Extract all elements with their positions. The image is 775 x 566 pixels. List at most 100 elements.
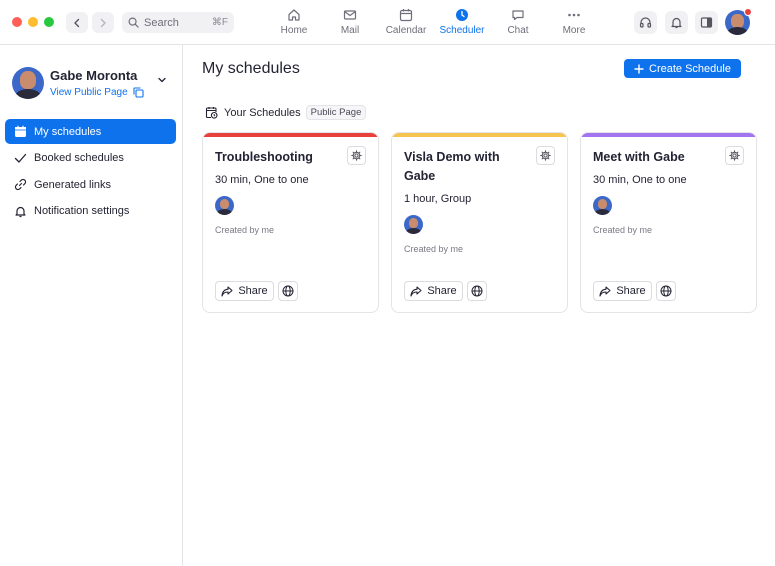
card-title: Visla Demo with Gabe (404, 150, 500, 183)
card-color-stripe (203, 133, 378, 137)
nav-more-label: More (562, 25, 586, 36)
more-icon (568, 13, 580, 17)
chevron-down-icon[interactable] (157, 75, 167, 85)
calendar-icon (399, 9, 413, 22)
schedule-card[interactable]: Troubleshooting 30 min, One to one Creat… (202, 132, 379, 313)
card-created-by: Created by me (215, 225, 275, 235)
window-maximize-button[interactable] (44, 17, 54, 27)
avatar (593, 196, 612, 215)
nav-home-label: Home (280, 25, 308, 36)
window-close-button[interactable] (12, 17, 22, 27)
search-shortcut: ⌘F (211, 17, 228, 28)
nav-calendar[interactable]: Calendar (378, 8, 434, 40)
public-visibility-button[interactable] (656, 281, 676, 301)
nav-chat[interactable]: Chat (490, 8, 546, 40)
back-button[interactable] (66, 12, 88, 33)
schedule-card[interactable]: Visla Demo with Gabe 1 hour, Group Creat… (391, 132, 568, 313)
home-icon (288, 9, 300, 21)
search-icon (128, 17, 139, 28)
sidebar: Gabe Moronta View Public Page My schedul… (0, 45, 183, 566)
chat-icon (512, 10, 524, 21)
mail-icon (343, 10, 357, 20)
chevron-left-icon (74, 18, 80, 27)
sidebar-item-notification-settings[interactable]: Notification settings (5, 199, 176, 224)
share-label: Share (427, 285, 457, 297)
globe-icon (471, 285, 483, 297)
window-minimize-button[interactable] (28, 17, 38, 27)
section-header: Your Schedules Public Page (205, 105, 367, 120)
search-placeholder: Search (144, 16, 179, 29)
create-schedule-label: Create Schedule (649, 62, 731, 75)
nav-scheduler-label: Scheduler (439, 25, 485, 36)
headset-button[interactable] (634, 11, 657, 34)
card-color-stripe (581, 133, 756, 137)
search-input[interactable]: Search ⌘F (122, 12, 234, 33)
card-created-by: Created by me (593, 225, 653, 235)
user-name: Gabe Moronta (50, 68, 138, 83)
calendar-clock-icon (205, 107, 218, 119)
sidebar-item-generated-links[interactable]: Generated links (5, 172, 176, 197)
globe-icon (660, 285, 672, 297)
card-title: Troubleshooting (215, 150, 313, 164)
schedule-card[interactable]: Meet with Gabe 30 min, One to one Create… (580, 132, 757, 313)
nav-scheduler[interactable]: Scheduler (434, 8, 490, 40)
card-color-stripe (392, 133, 567, 137)
card-duration: 1 hour, Group (404, 193, 472, 205)
share-icon (221, 285, 233, 297)
avatar (12, 67, 44, 99)
card-duration: 30 min, One to one (215, 174, 309, 186)
nav-chat-label: Chat (507, 25, 529, 36)
checkmark-icon (14, 153, 27, 163)
share-label: Share (616, 285, 646, 297)
bell-icon (15, 206, 26, 217)
nav-calendar-label: Calendar (385, 25, 427, 36)
share-button[interactable]: Share (593, 281, 652, 301)
gear-icon (729, 150, 740, 161)
nav-home[interactable]: Home (266, 8, 322, 40)
share-icon (599, 285, 611, 297)
link-icon (14, 178, 27, 191)
avatar (404, 215, 423, 234)
share-label: Share (238, 285, 268, 297)
view-public-page-label: View Public Page (50, 87, 128, 98)
card-settings-button[interactable] (725, 146, 744, 165)
sidebar-item-my-schedules[interactable]: My schedules (5, 119, 176, 144)
copy-icon[interactable] (133, 87, 144, 98)
bell-icon (671, 17, 682, 29)
card-settings-button[interactable] (347, 146, 366, 165)
notification-badge (744, 8, 752, 16)
share-icon (410, 285, 422, 297)
avatar (215, 196, 234, 215)
sidebar-item-label: My schedules (34, 125, 102, 138)
sidebar-item-booked-schedules[interactable]: Booked schedules (5, 146, 176, 171)
sidebar-item-label: Generated links (34, 178, 112, 191)
section-title: Your Schedules (224, 106, 301, 119)
share-button[interactable]: Share (404, 281, 463, 301)
page-title: My schedules (202, 60, 300, 77)
account-avatar-button[interactable] (725, 8, 752, 35)
card-settings-button[interactable] (536, 146, 555, 165)
create-schedule-button[interactable]: Create Schedule (624, 59, 741, 78)
globe-icon (282, 285, 294, 297)
gear-icon (540, 150, 551, 161)
user-profile[interactable]: Gabe Moronta View Public Page (12, 67, 178, 101)
nav-mail[interactable]: Mail (322, 8, 378, 40)
public-page-tag[interactable]: Public Page (305, 105, 367, 120)
nav-more[interactable]: More (546, 8, 602, 40)
public-visibility-button[interactable] (467, 281, 487, 301)
forward-button[interactable] (92, 12, 114, 33)
clock-icon (456, 9, 468, 21)
sidebar-panel-icon (700, 17, 713, 28)
sidebar-item-label: Booked schedules (34, 152, 124, 164)
share-button[interactable]: Share (215, 281, 274, 301)
card-title: Meet with Gabe (593, 150, 685, 164)
notifications-button[interactable] (665, 11, 688, 34)
chevron-right-icon (100, 18, 106, 27)
public-visibility-button[interactable] (278, 281, 298, 301)
card-duration: 30 min, One to one (593, 174, 687, 186)
nav-mail-label: Mail (340, 25, 360, 36)
sidebar-menu: My schedules Booked schedules Generated … (5, 119, 176, 225)
card-created-by: Created by me (404, 244, 464, 254)
view-public-page-link[interactable]: View Public Page (50, 87, 144, 98)
panel-toggle-button[interactable] (695, 11, 718, 34)
